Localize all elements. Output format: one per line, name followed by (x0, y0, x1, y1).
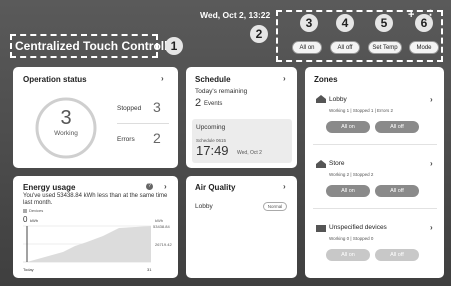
chevron-right-icon[interactable]: › (430, 159, 433, 168)
zone-all-off-button[interactable]: All off (375, 249, 419, 261)
errors-count: 2 (153, 130, 161, 146)
zone-name: Lobby (329, 96, 347, 103)
errors-label: Errors (117, 136, 135, 143)
air-status-badge: Normal (263, 202, 287, 211)
zone-all-off-button[interactable]: All off (375, 185, 419, 197)
x-end-label: 31 (147, 267, 152, 272)
badge-4: 4 (336, 14, 354, 32)
energy-message: You've used 53438.84 kWh less than at th… (23, 193, 168, 206)
divider (313, 144, 437, 145)
working-count: 3 (60, 107, 72, 129)
home-icon (316, 160, 326, 168)
zone-status: Working 1 | Stopped 1 | Errors 2 (329, 108, 394, 113)
schedule-title: Schedule (195, 75, 231, 84)
zone-all-on-button[interactable]: All on (326, 185, 370, 197)
remaining-label: Today's remaining (195, 88, 248, 95)
zone-status: Working 0 | Stopped 0 (329, 236, 374, 241)
set-temp-button[interactable]: Set Temp (368, 41, 402, 54)
stopped-label: Stopped (117, 105, 142, 112)
badge-5: 5 (375, 14, 393, 32)
working-label: Working (54, 130, 78, 137)
upcoming-time: 17:49 (196, 143, 229, 158)
divider (313, 208, 437, 209)
zone-status: Working 2 | Stopped 2 (329, 172, 374, 177)
page-title: Centralized Touch Controller (10, 34, 179, 58)
datetime: Wed, Oct 2, 13:22 (200, 10, 271, 20)
chevron-right-icon[interactable]: › (164, 182, 167, 191)
mode-button[interactable]: Mode (409, 41, 439, 54)
zone-all-off-button[interactable]: All off (375, 121, 419, 133)
operation-status-card[interactable]: Operation status › 3 Working Stopped 3 E… (13, 67, 178, 168)
home-icon (316, 95, 326, 103)
upcoming-date: Wed, Oct 2 (237, 150, 262, 156)
badge-2: 2 (250, 25, 268, 43)
operation-status-title: Operation status (23, 75, 87, 84)
air-quality-title: Air Quality (195, 183, 236, 192)
dashboard: Wed, Oct 2, 13:22 + ⋮ Centralized Touch … (0, 0, 451, 286)
events-label: Events (204, 101, 223, 107)
energy-max-label: 53438.84 (153, 224, 170, 229)
legend-label: Devices (29, 208, 44, 213)
schedule-card[interactable]: Schedule › Today's remaining 2 Events Up… (186, 67, 297, 168)
energy-title: Energy usage (23, 183, 76, 192)
energy-usage-card[interactable]: Energy usage ? › You've used 53438.84 kW… (13, 176, 178, 278)
chevron-right-icon[interactable]: › (283, 74, 286, 83)
zones-card: Zones Lobby › Working 1 | Stopped 1 | Er… (305, 67, 444, 278)
zone-name: Store (329, 160, 345, 167)
chevron-right-icon[interactable]: › (283, 182, 286, 191)
energy-chart (23, 225, 151, 263)
all-on-button[interactable]: All on (292, 41, 322, 54)
upcoming-label: Upcoming (196, 124, 226, 131)
zone-name: Unspecified devices (329, 224, 387, 231)
all-off-button[interactable]: All off (330, 41, 360, 54)
device-icon (316, 225, 326, 232)
air-quality-card[interactable]: Air Quality › Lobby Normal (186, 176, 297, 278)
events-count: 2 (195, 97, 202, 109)
divider (117, 123, 169, 124)
energy-right-unit: kWh (155, 218, 163, 223)
stopped-count: 3 (153, 99, 161, 115)
badge-6: 6 (415, 14, 433, 32)
zone-all-on-button[interactable]: All on (326, 249, 370, 261)
chevron-right-icon[interactable]: › (161, 74, 164, 83)
zone-all-on-button[interactable]: All on (326, 121, 370, 133)
energy-mid-label: 26719.42 (155, 242, 172, 247)
zones-title: Zones (314, 75, 338, 84)
badge-3: 3 (300, 14, 318, 32)
x-start-label: Today (23, 267, 34, 272)
upcoming-panel[interactable]: Upcoming Schedule 0615 17:49 Wed, Oct 2 (192, 119, 292, 163)
air-location: Lobby (195, 203, 213, 210)
help-icon[interactable]: ? (146, 183, 153, 190)
chevron-right-icon[interactable]: › (430, 223, 433, 232)
chevron-right-icon[interactable]: › (430, 95, 433, 104)
legend-swatch (23, 209, 27, 213)
badge-1: 1 (165, 37, 183, 55)
